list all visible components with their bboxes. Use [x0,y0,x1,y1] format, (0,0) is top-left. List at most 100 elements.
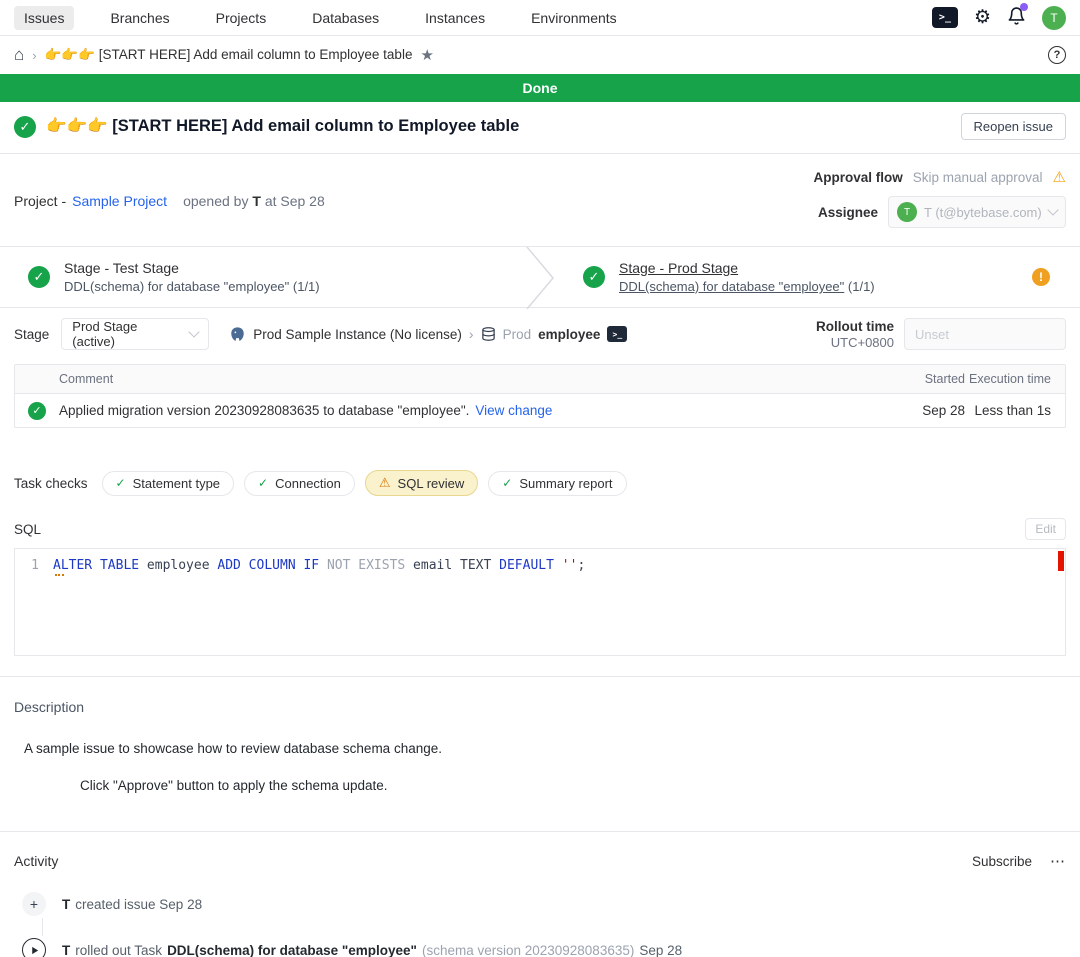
check-badge-sql-review[interactable]: ⚠ SQL review [365,470,478,496]
stage-separator-chevron-icon [525,247,555,309]
activity-header: Activity Subscribe ⋯ [14,852,1066,870]
nav-tab-databases[interactable]: Databases [302,6,389,30]
activity-text: rolled out Task [75,943,162,957]
open-sql-editor-icon[interactable]: >_ [607,326,627,342]
stage-subtitle-link[interactable]: DDL(schema) for database "employee" [619,279,844,294]
star-icon[interactable]: ★ [420,46,433,64]
sql-edit-button[interactable]: Edit [1025,518,1066,540]
status-banner: Done [0,74,1080,102]
sql-token: '' [562,558,578,573]
instance-name[interactable]: Prod Sample Instance (No license) [253,327,462,342]
opened-by-text: opened by T at Sep 28 [183,193,325,209]
table-row[interactable]: ✓ Applied migration version 202309280836… [15,394,1065,427]
description-section[interactable]: Description A sample issue to showcase h… [0,677,1080,793]
user-avatar[interactable]: T [1042,6,1066,30]
plus-icon: + [22,892,46,916]
check-badge-summary-report[interactable]: ✓ Summary report [488,471,626,496]
activity-text: created issue Sep 28 [75,897,202,912]
subscribe-button[interactable]: Subscribe [972,854,1032,869]
column-execution-time: Execution time [965,372,1065,386]
approval-flow-value: Skip manual approval [913,170,1043,185]
nav-tab-projects[interactable]: Projects [206,6,277,30]
rollout-time-label: Rollout time [816,319,894,334]
more-options-icon[interactable]: ⋯ [1050,852,1066,870]
check-badge-statement-type[interactable]: ✓ Statement type [102,471,235,496]
rollout-time: Rollout time UTC+0800 ▭ [816,318,1066,350]
sql-token: ALTER TABLE [53,558,147,573]
check-badge-label: Connection [275,476,341,491]
task-checks-label: Task checks [14,476,88,491]
stage-title[interactable]: Stage - Prod Stage [619,260,875,276]
check-success-icon: ✓ [258,476,268,490]
rollout-time-input[interactable] [915,327,1080,342]
stage-bar: Stage Prod Stage (active) Prod Sample In… [0,308,1080,362]
approval-flow-row: Approval flow Skip manual approval ⚠ [813,168,1066,186]
assignee-select[interactable]: T T (t@bytebase.com) [888,196,1066,228]
assignee-avatar: T [897,202,917,222]
issue-header: ✓ 👉👉👉 [START HERE] Add email column to E… [0,102,1080,154]
stage-pipeline: ✓ Stage - Test Stage DDL(schema) for dat… [0,246,1080,308]
assignee-row: Assignee T T (t@bytebase.com) [813,196,1066,228]
breadcrumb-separator-icon: › [32,48,36,63]
notifications-bell-icon[interactable] [1007,6,1026,29]
stage-select[interactable]: Prod Stage (active) [61,318,209,350]
stage-select-label: Stage [14,327,49,342]
row-success-icon: ✓ [28,402,46,420]
sql-label: SQL [14,522,41,537]
row-started: Sep 28 [907,403,965,418]
check-warning-icon: ⚠ [379,475,391,491]
approval-warning-icon[interactable]: ⚠ [1053,168,1066,186]
project-link[interactable]: Sample Project [72,193,167,209]
view-change-link[interactable]: View change [475,403,552,418]
issue-done-check-icon: ✓ [14,116,36,138]
database-name[interactable]: employee [538,327,600,342]
help-icon[interactable]: ? [1048,46,1066,64]
nav-tab-environments[interactable]: Environments [521,6,627,30]
sql-editor[interactable]: 1 ALTER TABLE employee ADD COLUMN IF NOT… [14,548,1066,656]
column-started: Started [907,372,965,386]
stage-success-icon: ✓ [583,266,605,288]
stage-prod-stage[interactable]: ✓ Stage - Prod Stage DDL(schema) for dat… [555,247,1080,307]
opened-prefix: opened by [183,193,248,209]
row-comment: Applied migration version 20230928083635… [59,403,469,418]
sql-token: NOT EXISTS [327,558,413,573]
sql-token: employee [147,558,217,573]
status-banner-label: Done [523,80,558,96]
nav-tab-instances[interactable]: Instances [415,6,495,30]
issue-title: 👉👉👉 [START HERE] Add email column to Emp… [46,117,519,136]
play-circle-icon [22,938,46,957]
nav-tab-issues[interactable]: Issues [14,6,74,30]
home-icon[interactable]: ⌂ [14,45,24,65]
check-badge-connection[interactable]: ✓ Connection [244,471,355,496]
activity-date: Sep 28 [639,943,682,957]
assignee-value: T (t@bytebase.com) [924,205,1042,220]
activity-actor: T [62,897,70,912]
issue-meta: Project - Sample Project opened by T at … [0,154,1080,246]
nav-tab-branches[interactable]: Branches [100,6,179,30]
sql-token: IF [303,558,326,573]
stage-alert-icon[interactable]: ! [1032,268,1050,286]
sql-editor-terminal-icon[interactable]: >_ [932,7,958,28]
reopen-issue-button[interactable]: Reopen issue [961,113,1067,140]
sql-code-line: 1 ALTER TABLE employee ADD COLUMN IF NOT… [15,558,1065,573]
activity-label: Activity [14,853,58,869]
stage-subtitle: DDL(schema) for database "employee" (1/1… [64,279,320,294]
breadcrumb-issue-title[interactable]: 👉👉👉 [START HERE] Add email column to Emp… [45,47,413,63]
stage-test-stage[interactable]: ✓ Stage - Test Stage DDL(schema) for dat… [0,247,525,307]
stage-title: Stage - Test Stage [64,260,320,276]
project-line: Project - Sample Project opened by T at … [14,168,325,228]
description-text: Click "Approve" button to apply the sche… [80,778,1066,793]
line-number: 1 [15,558,53,573]
task-run-table: Comment Started Execution time ✓ Applied… [14,364,1066,428]
activity-section: Activity Subscribe ⋯ + T created issue S… [0,831,1080,957]
sql-warning-squiggle [55,573,64,576]
settings-gear-icon[interactable]: ⚙ [974,8,991,27]
rollout-time-picker[interactable]: ▭ [904,318,1066,350]
task-checks: Task checks ✓ Statement type ✓ Connectio… [0,428,1080,496]
sql-section-header: SQL Edit [0,496,1080,548]
check-success-icon: ✓ [116,476,126,490]
check-success-icon: ✓ [502,476,512,490]
sql-token: TEXT [460,558,499,573]
sql-token: DEFAULT [499,558,562,573]
description-label: Description [14,699,1066,715]
